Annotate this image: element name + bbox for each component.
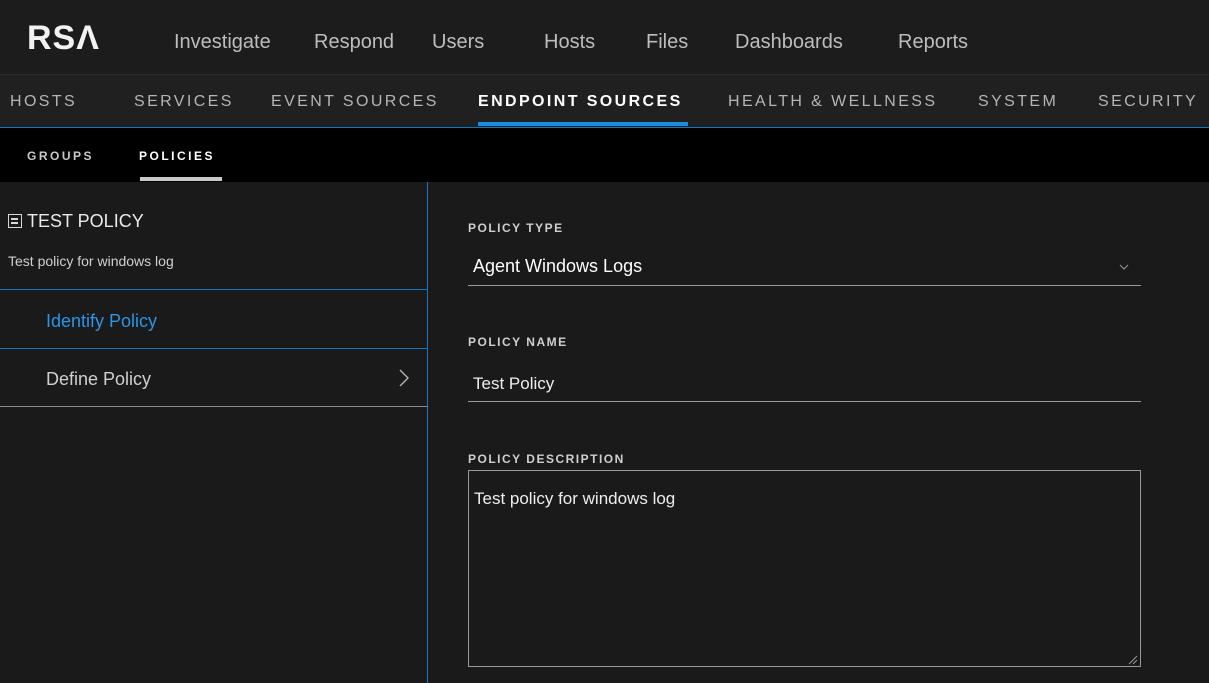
policy-name-input[interactable] — [468, 366, 1141, 402]
policy-icon — [8, 214, 22, 228]
sub-tab-bar: GROUPS POLICIES — [0, 128, 1209, 182]
policy-subtitle: Test policy for windows log — [8, 253, 174, 269]
tab-services[interactable]: SERVICES — [134, 92, 234, 112]
resize-grip-icon[interactable] — [1127, 654, 1138, 665]
nav-dashboards[interactable]: Dashboards — [735, 28, 843, 56]
policy-description-label: POLICY DESCRIPTION — [468, 452, 625, 466]
nav-investigate[interactable]: Investigate — [174, 28, 271, 56]
policy-type-value: Agent Windows Logs — [473, 256, 643, 276]
nav-files[interactable]: Files — [646, 28, 688, 56]
policy-type-label: POLICY TYPE — [468, 221, 564, 235]
tab-system[interactable]: SYSTEM — [978, 92, 1058, 112]
step-identify-policy[interactable]: Identify Policy — [0, 291, 428, 349]
policy-wizard-sidebar: TEST POLICY Test policy for windows log … — [0, 182, 428, 683]
rsa-logo[interactable]: RSΛ — [27, 18, 100, 58]
active-tab-indicator — [478, 122, 688, 126]
chevron-down-icon — [1119, 264, 1129, 270]
policy-summary: TEST POLICY Test policy for windows log — [0, 182, 428, 290]
tab-security[interactable]: SECURITY — [1098, 92, 1198, 112]
tab-event-sources[interactable]: EVENT SOURCES — [271, 92, 439, 112]
nav-users[interactable]: Users — [432, 28, 484, 56]
policy-title: TEST POLICY — [27, 211, 144, 231]
nav-respond[interactable]: Respond — [314, 28, 394, 56]
tab-hosts[interactable]: HOSTS — [10, 92, 77, 112]
policy-name-label: POLICY NAME — [468, 335, 568, 349]
nav-hosts[interactable]: Hosts — [544, 28, 595, 56]
chevron-right-icon — [399, 369, 409, 387]
step-define-policy[interactable]: Define Policy — [0, 349, 428, 407]
policy-description-textarea[interactable]: Test policy for windows log — [468, 470, 1141, 667]
step-define-label: Define Policy — [46, 369, 152, 389]
policy-title-row: TEST POLICY — [8, 210, 144, 232]
subtab-policies[interactable]: POLICIES — [139, 148, 215, 164]
admin-tab-bar: HOSTS SERVICES EVENT SOURCES ENDPOINT SO… — [0, 75, 1209, 128]
policy-type-select[interactable]: Agent Windows Logs — [468, 250, 1141, 286]
tab-endpoint-sources[interactable]: ENDPOINT SOURCES — [478, 92, 683, 112]
step-identify-label: Identify Policy — [46, 311, 158, 331]
subtab-groups[interactable]: GROUPS — [27, 148, 94, 164]
top-nav: RSΛ Investigate Respond Users Hosts File… — [0, 0, 1209, 75]
active-subtab-indicator — [140, 177, 222, 181]
nav-reports[interactable]: Reports — [898, 28, 968, 56]
tab-health-wellness[interactable]: HEALTH & WELLNESS — [728, 92, 937, 112]
